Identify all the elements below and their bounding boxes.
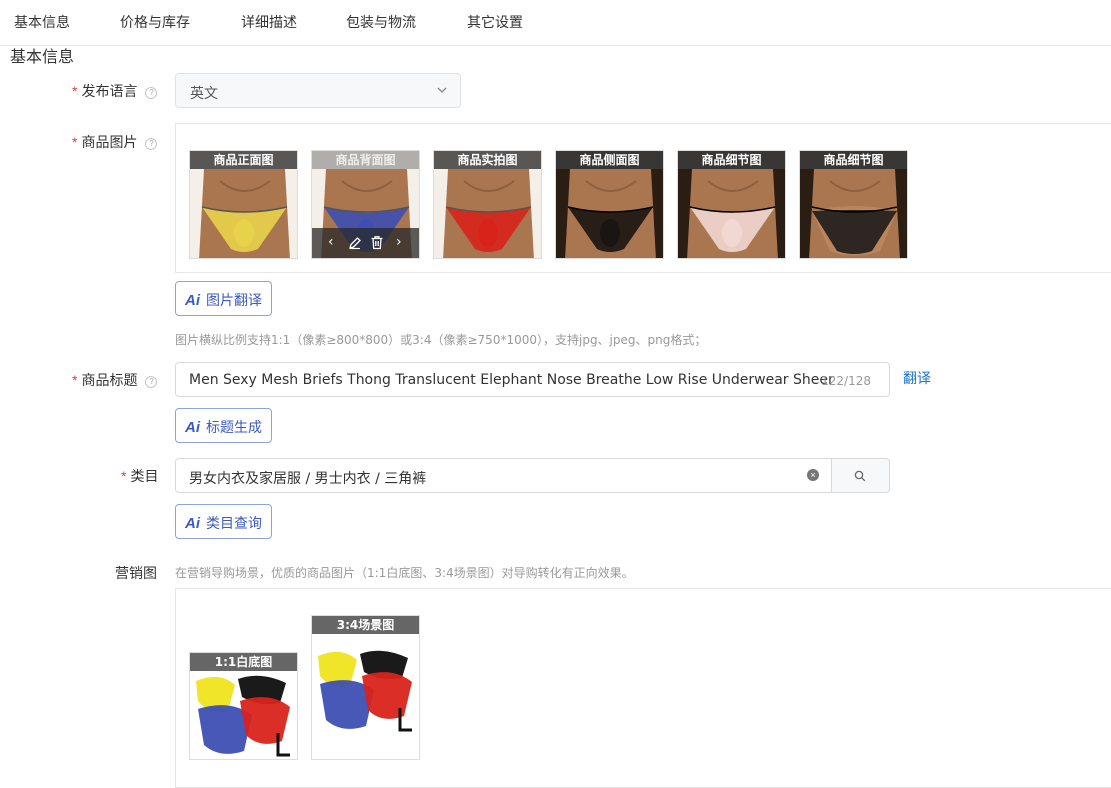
required-mark: * [72,372,78,388]
image-upload-panel: 商品正面图 商品背面图 ‹ › 商品实拍图 商品侧面图 商品细节图 商品细节图 [175,123,1111,273]
marketing-photo [312,646,419,736]
product-image-back[interactable]: 商品背面图 ‹ › [311,150,420,259]
category-search-button[interactable] [831,458,890,493]
language-select[interactable]: 英文 [175,73,461,108]
chevron-down-icon [437,87,447,93]
search-icon [854,470,866,482]
ai-icon: Ai [185,292,200,309]
required-mark: * [72,134,78,150]
category-query-button[interactable]: Ai 类目查询 [175,504,272,539]
image-caption: 商品实拍图 [434,151,541,169]
image-caption: 商品正面图 [190,151,297,169]
language-label: * 发布语言? [72,81,158,101]
title-char-count: 122/128 [821,374,871,388]
category-label-text: 类目 [130,469,159,485]
tab-basic-info[interactable]: 基本信息 [14,12,70,32]
marketing-image-scene[interactable]: 3:4场景图 [311,615,420,760]
image-translate-label: 图片翻译 [206,293,262,309]
product-image-detail-1[interactable]: 商品细节图 [677,150,786,259]
image-caption: 商品细节图 [800,151,907,169]
image-caption: 商品侧面图 [556,151,663,169]
product-image-detail-2[interactable]: 商品细节图 [799,150,908,259]
title-label: * 商品标题? [72,370,158,390]
image-caption: 商品细节图 [678,151,785,169]
edit-icon[interactable] [348,236,362,250]
product-image-front[interactable]: 商品正面图 [189,150,298,259]
chevron-right-icon[interactable]: › [396,234,402,250]
tab-price-stock[interactable]: 价格与库存 [120,12,190,32]
image-caption: 商品背面图 [312,151,419,169]
help-icon[interactable]: ? [145,376,158,388]
image-caption: 3:4场景图 [312,616,419,634]
marketing-label: 营销图 [115,566,157,582]
title-generate-label: 标题生成 [206,420,262,436]
title-generate-button[interactable]: Ai 标题生成 [175,408,272,443]
translate-link[interactable]: 翻译 [903,368,931,388]
product-image-side[interactable]: 商品侧面图 [555,150,664,259]
marketing-hint: 在营销导购场景，优质的商品图片（1:1白底图、3:4场景图）对导购转化有正向效果… [175,566,634,580]
language-label-text: 发布语言 [81,84,138,100]
images-label: * 商品图片? [72,132,158,152]
category-input[interactable]: 男女内衣及家居服 / 男士内衣 / 三角裤 [175,458,832,493]
image-translate-button[interactable]: Ai 图片翻译 [175,281,272,316]
marketing-image-white-bg[interactable]: 1:1白底图 [189,652,298,760]
help-icon[interactable]: ? [145,138,158,150]
tab-other-settings[interactable]: 其它设置 [467,12,523,32]
product-title-value: Men Sexy Mesh Briefs Thong Translucent E… [189,372,834,388]
clear-icon[interactable]: × [807,469,819,481]
tab-packaging-logistics[interactable]: 包装与物流 [346,12,416,32]
images-label-text: 商品图片 [81,135,138,151]
image-caption: 1:1白底图 [190,653,297,671]
marketing-photo [190,671,297,759]
required-mark: * [72,83,78,99]
ai-icon: Ai [185,419,200,436]
image-format-hint: 图片横纵比例支持1:1（像素≥800*800）或3:4（像素≥750*1000）… [175,333,707,347]
product-image-real[interactable]: 商品实拍图 [433,150,542,259]
marketing-image-panel: 1:1白底图 3:4场景图 [175,588,1111,788]
chevron-left-icon[interactable]: ‹ [328,234,334,250]
language-value: 英文 [190,86,218,102]
title-label-text: 商品标题 [81,373,138,389]
category-query-label: 类目查询 [206,516,262,532]
section-title: 基本信息 [10,47,75,66]
required-mark: * [121,468,127,484]
help-icon[interactable]: ? [145,87,158,99]
category-label: * 类目 [121,466,158,486]
top-tabs: 基本信息 价格与库存 详细描述 包装与物流 其它设置 [0,0,1111,46]
trash-icon[interactable] [370,235,384,250]
product-title-input[interactable]: Men Sexy Mesh Briefs Thong Translucent E… [175,362,890,397]
tab-description[interactable]: 详细描述 [241,12,297,32]
image-toolbar: ‹ › [312,228,419,258]
ai-icon: Ai [185,515,200,532]
category-value: 男女内衣及家居服 / 男士内衣 / 三角裤 [189,471,427,487]
